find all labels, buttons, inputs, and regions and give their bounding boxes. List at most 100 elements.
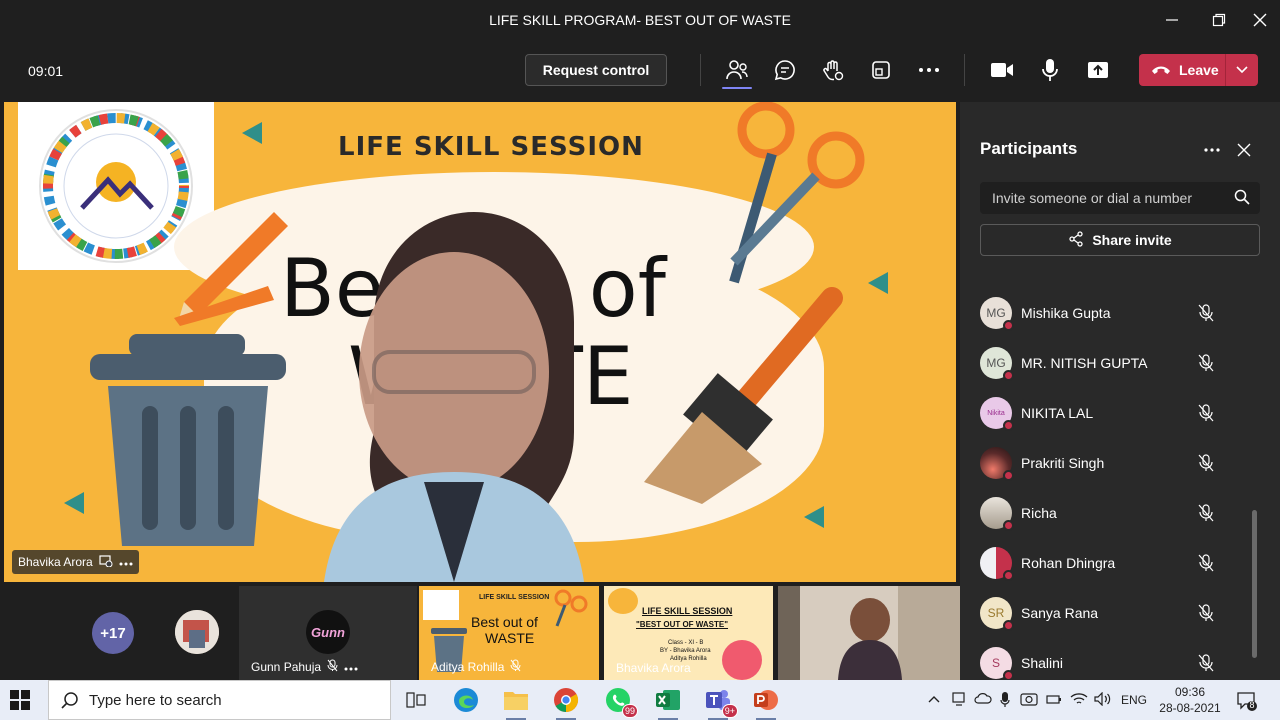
status-dot — [1003, 520, 1014, 531]
tile-slide-heading: LIFE SKILL SESSION — [642, 606, 733, 616]
school-logo — [423, 590, 459, 620]
people-icon[interactable] — [724, 56, 750, 84]
edge-icon[interactable] — [452, 686, 480, 714]
whatsapp-badge: 99 — [621, 704, 638, 718]
more-options-icon[interactable] — [119, 555, 133, 569]
windows-start-icon[interactable] — [10, 690, 30, 715]
presenter-name-tag: Bhavika Arora — [12, 550, 139, 574]
participant-row[interactable]: Nikita NIKITA LAL — [980, 388, 1250, 438]
tile-name: Gunn Pahuja — [251, 660, 322, 674]
clock-date: 28-08-2021 — [1159, 701, 1221, 715]
minimize-icon[interactable] — [1160, 8, 1184, 32]
participant-name: MR. NITISH GUPTA — [1021, 355, 1148, 371]
participant-avatar[interactable] — [175, 610, 219, 654]
meeting-toolbar: 09:01 Request control Leave — [0, 40, 1280, 102]
search-icon[interactable] — [1234, 189, 1250, 208]
avatar: MG — [980, 297, 1014, 331]
window-title: LIFE SKILL PROGRAM- BEST OUT OF WASTE — [489, 12, 791, 28]
taskbar-search-placeholder: Type here to search — [89, 691, 222, 709]
mic-off-icon — [1198, 604, 1214, 627]
camera-icon[interactable] — [989, 56, 1015, 84]
close-window-icon[interactable] — [1248, 8, 1272, 32]
mic-tray-icon[interactable] — [1000, 692, 1010, 711]
participants-panel: Participants Invite someone or dial a nu… — [960, 102, 1280, 681]
rooms-icon[interactable] — [868, 56, 894, 84]
video-tile[interactable] — [778, 586, 960, 680]
raise-hand-icon[interactable] — [820, 56, 846, 84]
taskbar: Type here to search 99 9+ ENG 09:36 28-0… — [0, 680, 1280, 720]
more-icon[interactable] — [1200, 140, 1224, 160]
avatar-initials: Nikita — [987, 409, 1005, 417]
meet-now-icon[interactable] — [952, 692, 968, 709]
maximize-icon[interactable] — [1207, 8, 1231, 32]
avatar-initials: S — [991, 656, 1000, 670]
camera-tray-icon[interactable] — [1020, 692, 1038, 709]
usb-icon[interactable] — [1046, 692, 1062, 709]
triangle-shape — [868, 272, 888, 294]
notification-count: 8 — [1249, 700, 1255, 710]
task-view-icon[interactable] — [402, 686, 430, 714]
volume-icon[interactable] — [1094, 691, 1112, 709]
participant-row[interactable]: MG MR. NITISH GUPTA — [980, 338, 1250, 388]
chevron-up-icon[interactable] — [928, 692, 940, 706]
tile-slide-heading: LIFE SKILL SESSION — [479, 594, 550, 601]
invite-input[interactable]: Invite someone or dial a number — [980, 182, 1260, 214]
panel-title: Participants — [980, 139, 1078, 158]
search-icon — [61, 691, 79, 713]
chat-icon[interactable] — [772, 56, 798, 84]
status-dot — [1003, 470, 1014, 481]
cloud-icon[interactable] — [974, 692, 992, 707]
panel-scrollbar[interactable] — [1252, 510, 1257, 658]
invite-placeholder: Invite someone or dial a number — [992, 190, 1192, 206]
more-icon[interactable] — [916, 56, 942, 84]
language-indicator[interactable]: ENG — [1121, 693, 1147, 707]
system-clock[interactable]: 09:36 28-08-2021 — [1158, 684, 1222, 716]
participant-row[interactable]: Prakriti Singh — [980, 438, 1250, 488]
close-icon[interactable] — [1232, 140, 1256, 160]
tile-slide-text: Best out of — [471, 614, 538, 630]
video-tile[interactable]: LIFE SKILL SESSION "BEST OUT OF WASTE" C… — [604, 586, 773, 680]
notification-icon[interactable]: 8 — [1236, 690, 1258, 717]
whatsapp-icon[interactable]: 99 — [604, 686, 638, 718]
chrome-icon[interactable] — [552, 686, 580, 720]
scissors-icon — [554, 589, 588, 627]
taskbar-search-input[interactable]: Type here to search — [48, 680, 391, 720]
participant-row[interactable]: SR Sanya Rana — [980, 588, 1250, 638]
teams-icon[interactable]: 9+ — [704, 686, 738, 720]
participant-row[interactable]: Richa — [980, 488, 1250, 538]
leave-main[interactable]: Leave — [1139, 62, 1225, 78]
decorative-shape — [608, 588, 638, 614]
toolbar-divider — [964, 54, 965, 86]
tile-name-label: Aditya Rohilla — [431, 659, 521, 675]
excel-icon[interactable] — [654, 686, 682, 720]
participant-row[interactable]: MG Mishika Gupta — [980, 288, 1250, 338]
main-video-stage: LIFE SKILL SESSION Be t of W TE — [4, 102, 956, 582]
participant-list: MG Mishika Gupta MG MR. NITISH GUPTA Nik… — [980, 288, 1250, 688]
leave-button[interactable]: Leave — [1139, 54, 1258, 86]
participant-avatar: Gunn — [306, 610, 350, 654]
status-dot — [1003, 570, 1014, 581]
avatar-initials: MG — [986, 356, 1006, 370]
more-participants-badge[interactable]: +17 — [92, 612, 134, 654]
mic-off-icon — [510, 659, 521, 675]
share-tray-icon[interactable] — [1085, 56, 1111, 84]
shared-screen-icon — [99, 554, 113, 570]
powerpoint-icon[interactable] — [752, 686, 780, 720]
wifi-icon[interactable] — [1070, 692, 1088, 709]
tile-name-label: Bhavika Arora — [616, 661, 691, 675]
mic-icon[interactable] — [1037, 56, 1063, 84]
avatar-initials: MG — [986, 306, 1006, 320]
chevron-down-icon[interactable] — [1226, 66, 1258, 74]
share-invite-button[interactable]: Share invite — [980, 224, 1260, 256]
tile-name: Bhavika Arora — [616, 661, 691, 675]
video-tile[interactable]: LIFE SKILL SESSION Best out of WASTE Adi… — [419, 586, 599, 680]
participant-row[interactable]: Rohan Dhingra — [980, 538, 1250, 588]
file-explorer-icon[interactable] — [502, 686, 530, 720]
avatar — [980, 497, 1014, 531]
request-control-button[interactable]: Request control — [525, 54, 667, 86]
tile-name: Aditya Rohilla — [431, 660, 505, 674]
video-tile[interactable]: Gunn Gunn Pahuja — [239, 586, 417, 680]
more-options-icon[interactable] — [344, 660, 358, 674]
paintbrush-icon — [644, 287, 843, 504]
participant-name: Rohan Dhingra — [1021, 555, 1116, 571]
